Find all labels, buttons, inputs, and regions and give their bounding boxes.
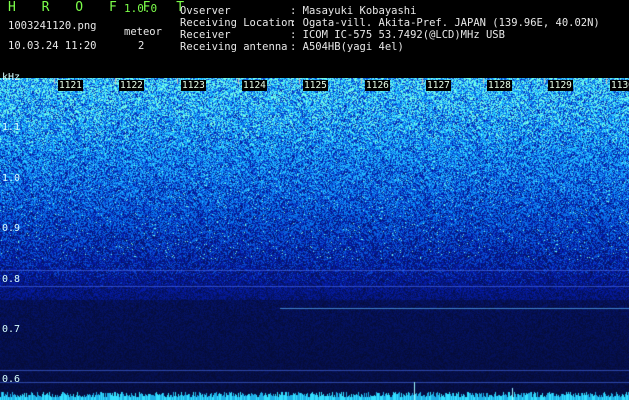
y-axis-unit: kHz <box>2 72 21 83</box>
meteor-count: 2 <box>138 40 145 52</box>
observer-label: Ovserver <box>180 5 231 17</box>
timestamp: 10.03.24 11:20 <box>8 40 97 52</box>
time-tick-label: 1126 <box>365 80 390 91</box>
meteor-label: meteor <box>124 26 162 38</box>
time-tick-label: 1128 <box>487 80 512 91</box>
antenna-label: Receiving antenna <box>180 41 288 53</box>
receiver-label: Receiver <box>180 29 231 41</box>
receiver-value: : ICOM IC-575 53.7492(@LCD)MHz USB <box>290 29 505 41</box>
observer-value: : Masayuki Kobayashi <box>290 5 417 17</box>
y-tick-label: 1.1 <box>2 122 21 133</box>
time-tick-label: 1129 <box>548 80 573 91</box>
time-tick-label: 1124 <box>242 80 267 91</box>
time-tick-label: 1125 <box>303 80 328 91</box>
time-tick-label: 1122 <box>119 80 144 91</box>
app-title: H R O F F T <box>8 0 194 15</box>
y-tick-label: 1.0 <box>2 173 21 184</box>
y-tick-label: 0.6 <box>2 374 21 385</box>
y-tick-label: 0.7 <box>2 324 21 335</box>
y-tick-label: 0.8 <box>2 274 21 285</box>
app-version: 1.0.0 <box>124 2 158 15</box>
file-name: 1003241120.png <box>8 20 97 32</box>
location-label: Receiving Location <box>180 17 294 29</box>
y-tick-label: 0.9 <box>2 223 21 234</box>
time-tick-label: 1127 <box>426 80 451 91</box>
time-tick-label: 1130 <box>610 80 629 91</box>
location-value: : Ogata-vill. Akita-Pref. JAPAN (139.96E… <box>290 17 600 29</box>
time-tick-label: 1121 <box>58 80 83 91</box>
antenna-value: : A504HB(yagi 4el) <box>290 41 404 53</box>
spectrogram-canvas <box>0 78 629 400</box>
time-tick-label: 1123 <box>181 80 206 91</box>
